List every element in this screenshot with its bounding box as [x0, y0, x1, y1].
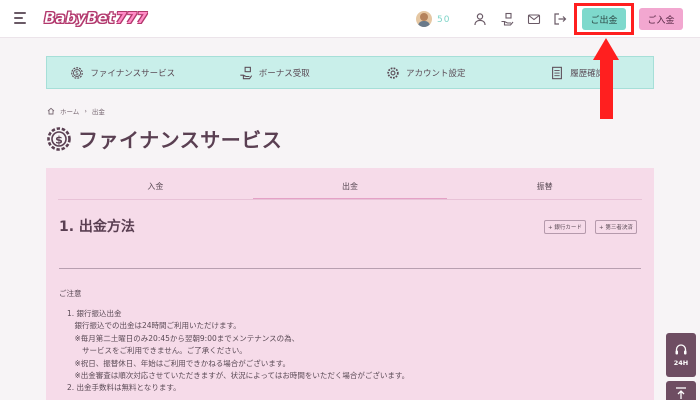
support-24h-button[interactable]: 24H: [666, 333, 696, 377]
tab-bar: 入金 出金 振替: [58, 176, 642, 200]
nav-item-history[interactable]: 履歴確認: [502, 57, 654, 88]
notice-line: ※毎月第二土曜日のみ20:45から翌朝9:00までメンテナンスの為、: [67, 333, 300, 343]
support-label: 24H: [673, 359, 689, 367]
gear-icon: [387, 66, 399, 79]
site-logo[interactable]: BabyBet 777: [44, 6, 147, 30]
svg-text:$: $: [55, 133, 63, 146]
notice-line: サービスをご利用できません。ご了承ください。: [67, 346, 247, 356]
tab-withdraw[interactable]: 出金: [252, 176, 448, 200]
top-header: BabyBet 777 50 ご出金 ご入金: [0, 0, 700, 38]
withdraw-panel: 入金 出金 振替 1. 出金方法 + 銀行カード + 第三者決済 ご注意 1. …: [46, 168, 654, 400]
tab-transfer[interactable]: 振替: [447, 176, 642, 200]
section-title: 1. 出金方法: [59, 219, 135, 235]
nav-item-finance-service[interactable]: $ ファイナンスサービス: [47, 57, 199, 88]
dollar-gear-icon: $: [71, 66, 84, 79]
notice-list: 1. 銀行振込出金 銀行振込での出金は24時間ご利用いただけます。 ※毎月第二土…: [67, 308, 409, 395]
notice-line: 1. 銀行振込出金: [67, 309, 122, 318]
profile-icon[interactable]: [473, 11, 487, 26]
hamburger-menu-icon[interactable]: [14, 12, 28, 24]
section-divider: [59, 268, 641, 269]
document-icon: [552, 66, 563, 79]
headset-icon: [675, 344, 687, 355]
nav-label-finance: ファイナンスサービス: [90, 68, 176, 79]
bonus-hand-icon[interactable]: [500, 11, 514, 26]
withdraw-button[interactable]: ご出金: [582, 8, 626, 30]
logout-icon[interactable]: [553, 11, 567, 25]
service-nav: $ ファイナンスサービス ボーナス受取 アカウント設定 履歴確認: [46, 56, 654, 89]
deposit-button[interactable]: ご入金: [639, 8, 683, 30]
notice-line: ※祝日、振替休日、年始はご利用できかねる場合がございます。: [67, 358, 291, 368]
notice-line: 2. 出金手数料は無料となります。: [67, 383, 181, 393]
nav-item-bonus[interactable]: ボーナス受取: [199, 57, 351, 88]
page-title-text: ファイナンスサービス: [78, 128, 283, 152]
svg-text:$: $: [75, 70, 79, 77]
mail-icon[interactable]: [527, 11, 541, 25]
notice-heading: ご注意: [59, 289, 82, 298]
annotation-arrow-head: [593, 38, 619, 60]
bonus-hand-icon: [240, 66, 252, 79]
nav-label-bonus: ボーナス受取: [258, 68, 310, 79]
tab-deposit[interactable]: 入金: [58, 176, 253, 200]
tab-divider: [58, 199, 642, 200]
arrow-up-icon: [676, 387, 686, 399]
third-party-payment-chip[interactable]: + 第三者決済: [595, 220, 637, 234]
scroll-to-top-button[interactable]: [666, 381, 696, 400]
nav-label-account: アカウント設定: [405, 68, 466, 79]
notice-line: 銀行振込での出金は24時間ご利用いただけます。: [67, 321, 241, 331]
notice-line: ※出金審査は順次対応させていただきますが、状況によってはお時間をいただく場合がご…: [67, 371, 410, 381]
bank-card-chip[interactable]: + 銀行カード: [544, 220, 586, 234]
breadcrumb: ホーム › 出金: [47, 106, 105, 116]
dollar-gear-icon: $: [47, 126, 71, 151]
breadcrumb-current: 出金: [91, 108, 105, 116]
home-icon: [47, 107, 55, 115]
page-title: $ ファイナンスサービス: [46, 124, 282, 153]
nav-item-account-settings[interactable]: アカウント設定: [350, 57, 502, 88]
chevron-right-icon: ›: [84, 107, 87, 115]
annotation-arrow-shaft: [600, 59, 613, 119]
balance-value: 50: [437, 15, 451, 25]
user-avatar[interactable]: [416, 11, 432, 27]
breadcrumb-home[interactable]: ホーム: [60, 106, 79, 116]
